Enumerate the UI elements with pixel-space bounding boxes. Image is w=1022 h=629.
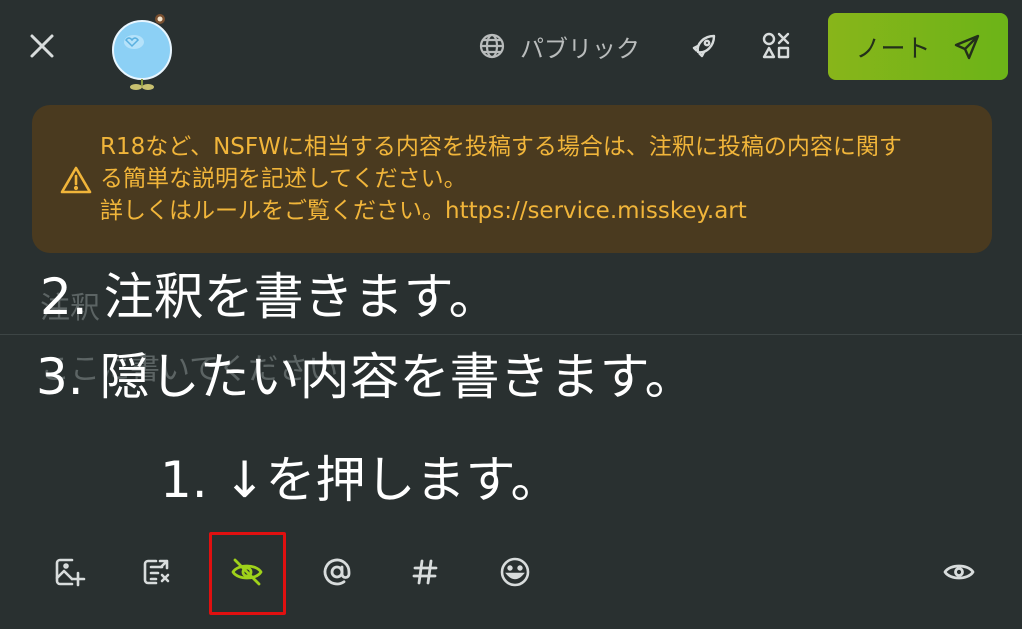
- post-form-header: パブリック ノート: [0, 0, 1022, 96]
- warning-line-2: る簡単な説明を記述してください。: [100, 166, 467, 192]
- visibility-selector[interactable]: パブリック: [478, 28, 640, 64]
- visibility-label: パブリック: [520, 34, 640, 63]
- rocket-icon: [690, 32, 718, 60]
- poll-icon: [140, 555, 174, 589]
- image-add-icon: [52, 555, 86, 589]
- at-icon: [320, 555, 354, 589]
- warning-text: R18など、NSFWに相当する内容を投稿する場合は、注釈に投稿の内容に関す る簡…: [100, 131, 980, 227]
- warning-line-3: 詳しくはルールをご覧ください。https://service.misskey.a…: [100, 198, 747, 224]
- close-button[interactable]: [20, 26, 64, 66]
- globe-icon: [478, 32, 506, 60]
- highlight-frame: [209, 532, 286, 615]
- eye-icon: [942, 557, 976, 587]
- poll-button[interactable]: [132, 548, 182, 596]
- shapes-icon: [761, 31, 791, 61]
- plugin-menu-button[interactable]: [754, 24, 798, 68]
- warning-line-1: R18など、NSFWに相当する内容を投稿する場合は、注釈に投稿の内容に関す: [100, 134, 902, 160]
- cw-divider: [0, 334, 1022, 335]
- emoji-button[interactable]: [490, 548, 540, 596]
- emoji-icon: [498, 555, 532, 589]
- preview-toggle[interactable]: [934, 548, 984, 596]
- close-icon: [29, 33, 55, 59]
- reaction-acceptance-button[interactable]: [682, 24, 726, 68]
- send-icon: [953, 33, 981, 61]
- mention-button[interactable]: [312, 548, 362, 596]
- warning-triangle-icon: [60, 165, 92, 195]
- post-button[interactable]: ノート: [828, 13, 1008, 80]
- annotation-step-3: 3. 隠したい内容を書きます。: [36, 348, 695, 406]
- annotation-step-1: 1. ↓を押します。: [160, 451, 561, 509]
- hashtag-button[interactable]: [400, 548, 450, 596]
- nsfw-warning-notice: R18など、NSFWに相当する内容を投稿する場合は、注釈に投稿の内容に関す る簡…: [32, 105, 992, 253]
- hashtag-icon: [410, 557, 440, 587]
- post-button-label: ノート: [855, 33, 931, 63]
- attach-image-button[interactable]: [44, 548, 94, 596]
- avatar[interactable]: [110, 12, 176, 92]
- annotation-step-2: 2. 注釈を書きます。: [40, 268, 499, 326]
